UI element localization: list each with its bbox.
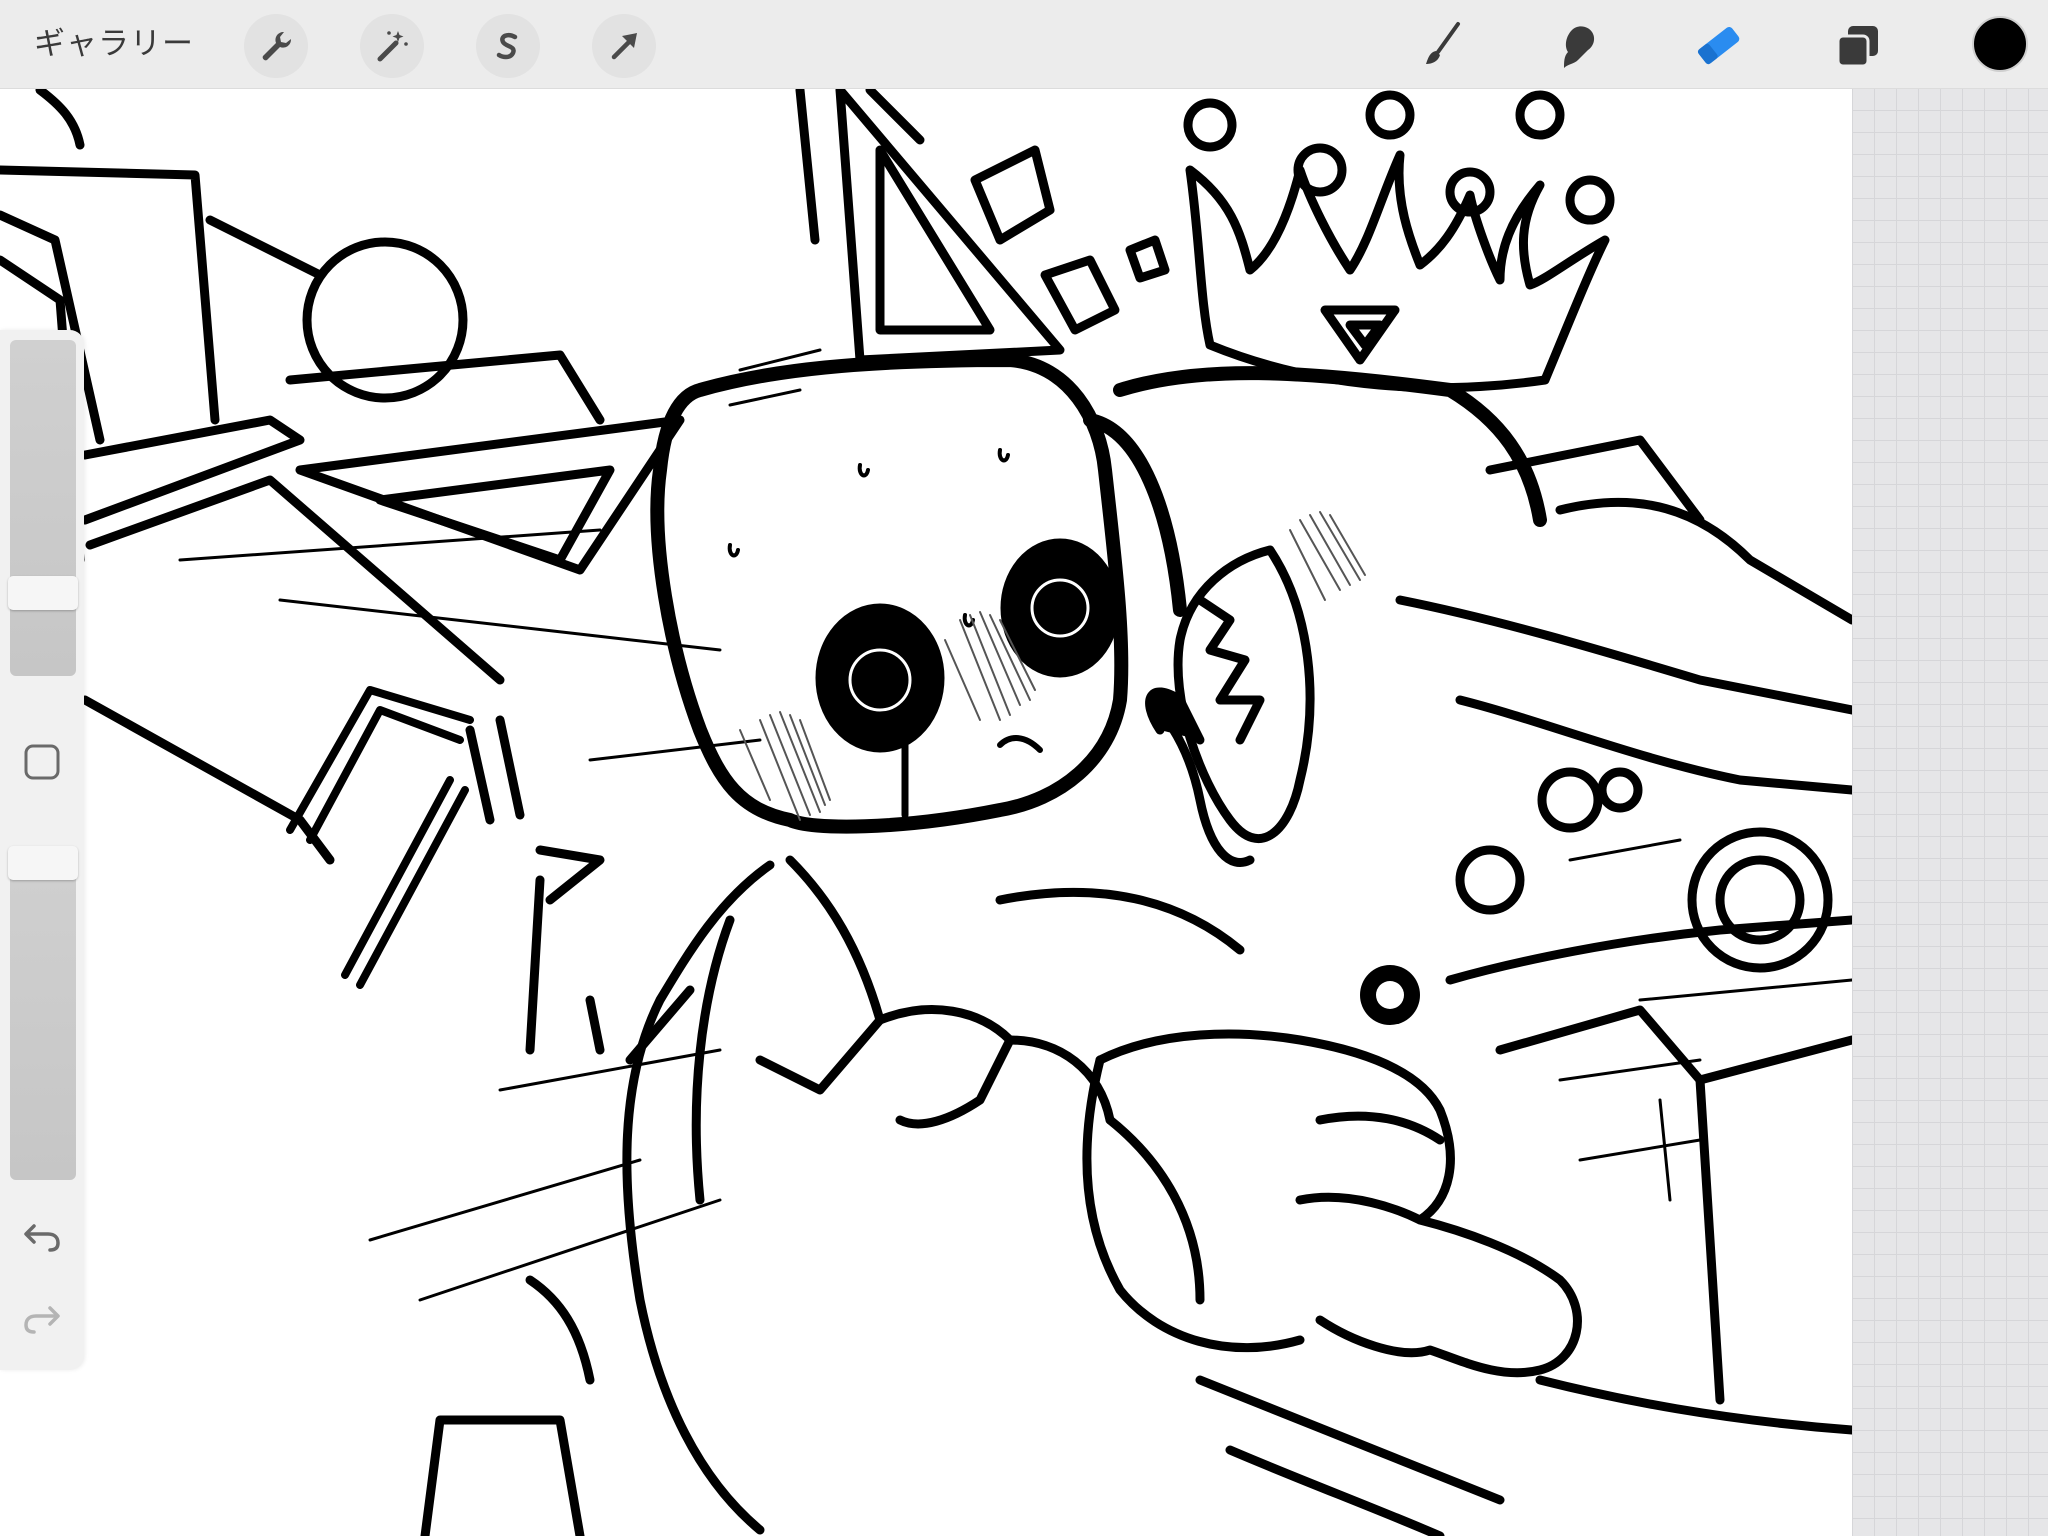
selection-button[interactable] [476,14,540,78]
canvas-outside-area [1852,88,2048,1536]
top-toolbar: ギャラリー [0,0,2048,89]
redo-icon[interactable] [20,1298,64,1338]
magic-wand-icon [377,31,408,62]
square-modify-icon[interactable] [22,742,62,782]
eraser-tool-button[interactable] [1686,14,1750,78]
left-sidebar [0,330,84,1370]
layers-icon [1836,26,1878,68]
color-swatch-button[interactable] [1972,16,2028,72]
paintbrush-icon [1426,22,1460,64]
brush-size-slider[interactable] [10,340,76,676]
eraser-icon [1697,26,1740,65]
wrench-icon [262,31,292,61]
brush-tool-button[interactable] [1410,14,1474,78]
opacity-slider-thumb[interactable] [8,846,78,880]
drawing-canvas[interactable] [0,88,1852,1536]
transform-button[interactable] [592,14,656,78]
adjustments-button[interactable] [360,14,424,78]
gallery-button[interactable]: ギャラリー [34,22,194,66]
brush-size-slider-thumb[interactable] [8,575,78,610]
opacity-slider[interactable] [10,846,76,1180]
layers-button[interactable] [1826,14,1890,78]
arrow-cursor-icon [611,33,637,60]
undo-icon[interactable] [20,1216,64,1256]
smudge-tool-button[interactable] [1548,14,1612,78]
selection-s-icon [496,32,518,60]
actions-button[interactable] [244,14,308,78]
smudge-finger-icon [1564,26,1595,68]
line-art-drawing [0,88,1852,1536]
procreate-app: ギャラリー [0,0,2048,1536]
